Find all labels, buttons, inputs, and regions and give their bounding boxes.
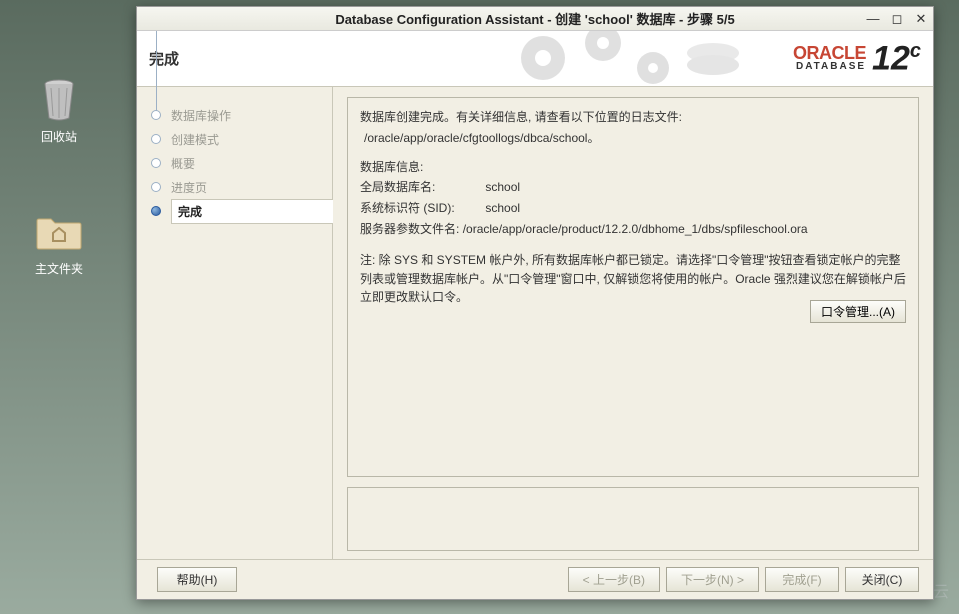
dbca-window: Database Configuration Assistant - 创建 's… xyxy=(136,6,934,600)
close-wizard-button[interactable]: 关闭(C) xyxy=(845,567,919,592)
wizard-sidebar: 数据库操作 创建模式 概要 进度页 完成 xyxy=(137,87,333,559)
main-panel: 数据库创建完成。有关详细信息, 请查看以下位置的日志文件: /oracle/ap… xyxy=(333,87,933,559)
page-title: 完成 xyxy=(149,48,179,69)
row-sid: 系统标识符 (SID): school xyxy=(360,199,906,218)
next-button: 下一步(N) > xyxy=(666,567,759,592)
step-progress: 进度页 xyxy=(151,175,332,199)
step-db-operations: 数据库操作 xyxy=(151,103,332,127)
finish-button: 完成(F) xyxy=(765,567,839,592)
step-finish: 完成 xyxy=(151,199,332,223)
trash-icon xyxy=(35,76,83,124)
row-spfile: 服务器参数文件名: /oracle/app/oracle/product/12.… xyxy=(360,220,906,239)
completion-line1: 数据库创建完成。有关详细信息, 请查看以下位置的日志文件: xyxy=(360,108,906,127)
db-info-header: 数据库信息: xyxy=(360,158,906,177)
gears-decoration xyxy=(503,31,763,87)
desktop-home-label: 主文件夹 xyxy=(24,260,94,277)
desktop-trash-label: 回收站 xyxy=(24,128,94,145)
row-global-db-name: 全局数据库名: school xyxy=(360,178,906,197)
completion-info: 数据库创建完成。有关详细信息, 请查看以下位置的日志文件: /oracle/ap… xyxy=(347,97,919,477)
close-button[interactable]: ✕ xyxy=(913,11,929,27)
back-button: < 上一步(B) xyxy=(568,567,660,592)
step-create-mode: 创建模式 xyxy=(151,127,332,151)
maximize-button[interactable]: ◻ xyxy=(889,11,905,27)
wizard-footer: 帮助(H) < 上一步(B) 下一步(N) > 完成(F) 关闭(C) xyxy=(137,559,933,599)
window-title: Database Configuration Assistant - 创建 's… xyxy=(137,9,933,28)
help-button[interactable]: 帮助(H) xyxy=(157,567,237,592)
password-management-button[interactable]: 口令管理...(A) xyxy=(810,300,906,323)
header-band: 完成 ORACLE DATABASE 12c xyxy=(137,31,933,87)
folder-home-icon xyxy=(35,208,83,256)
desktop-trash[interactable]: 回收站 xyxy=(24,76,94,145)
oracle-logo: ORACLE DATABASE 12c xyxy=(793,41,921,75)
lock-note: 注: 除 SYS 和 SYSTEM 帐户外, 所有数据库帐户都已锁定。请选择"口… xyxy=(360,251,906,307)
minimize-button[interactable]: — xyxy=(865,11,881,27)
summary-box xyxy=(347,487,919,551)
desktop-home-folder[interactable]: 主文件夹 xyxy=(24,208,94,277)
titlebar[interactable]: Database Configuration Assistant - 创建 's… xyxy=(137,7,933,31)
log-path: /oracle/app/oracle/cfgtoollogs/dbca/scho… xyxy=(360,129,906,148)
step-summary: 概要 xyxy=(151,151,332,175)
